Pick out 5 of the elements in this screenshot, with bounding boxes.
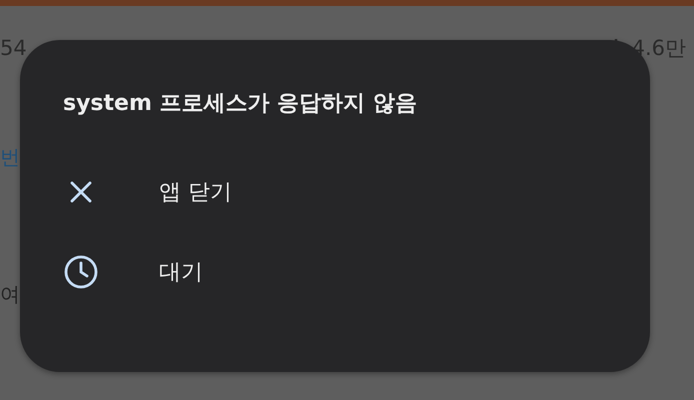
- clock-icon: [63, 254, 99, 290]
- dialog-title: system 프로세스가 응답하지 않음: [63, 90, 418, 118]
- close-app-button[interactable]: 앱 닫기: [63, 152, 232, 232]
- wait-button[interactable]: 대기: [63, 232, 203, 312]
- post-text: 여: [0, 281, 21, 308]
